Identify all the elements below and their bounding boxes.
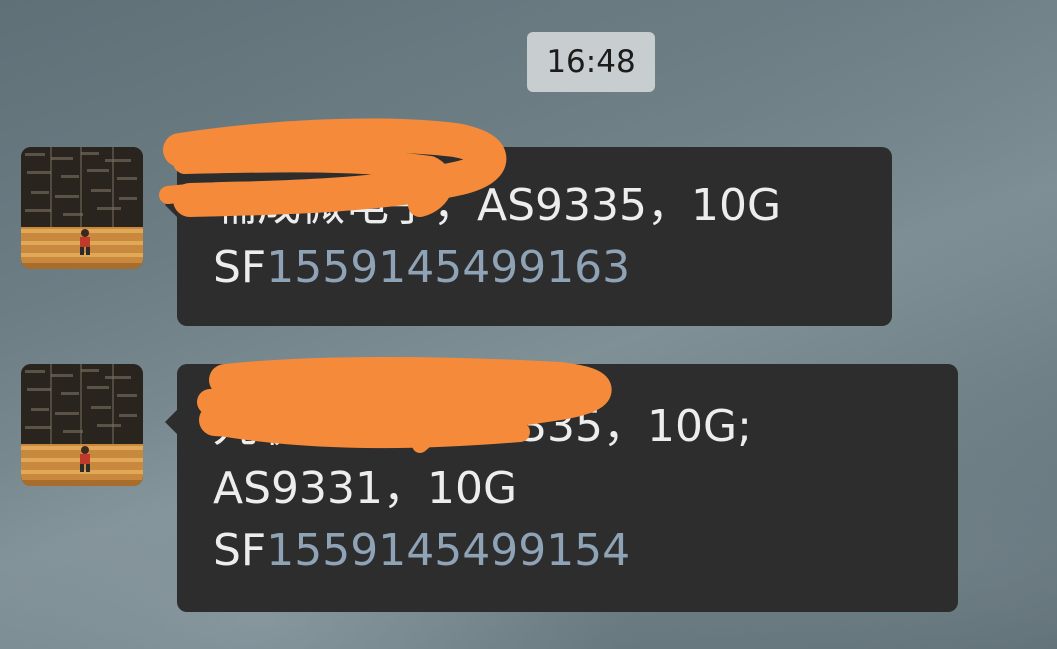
message-text: AS9331，10G [213,463,518,514]
tracking-number-link[interactable]: 1559145499154 [266,525,630,576]
tracking-line: SF1559145499163 [213,237,862,299]
message-timestamp: 16:48 [527,32,655,92]
message-bubble[interactable]: 九联科技，AS9335，10G; AS9331，10G SF1559145499… [165,364,958,612]
tracking-number-link[interactable]: 1559145499163 [266,242,630,293]
tracking-prefix: SF [213,525,267,576]
message-text: 辅成微电子，AS9335，10G [213,180,782,231]
timestamp-text: 16:48 [546,44,636,80]
message-bubble[interactable]: 辅成微电子，AS9335，10G SF1559145499163 [165,147,892,326]
sender-avatar[interactable] [21,364,143,486]
sender-avatar[interactable] [21,147,143,269]
user-avatar-icon [21,147,143,269]
user-avatar-icon [21,364,143,486]
message-text: 九联科技，AS9335，10G; [213,401,752,452]
tracking-line: SF1559145499154 [213,520,928,582]
tracking-prefix: SF [213,242,267,293]
